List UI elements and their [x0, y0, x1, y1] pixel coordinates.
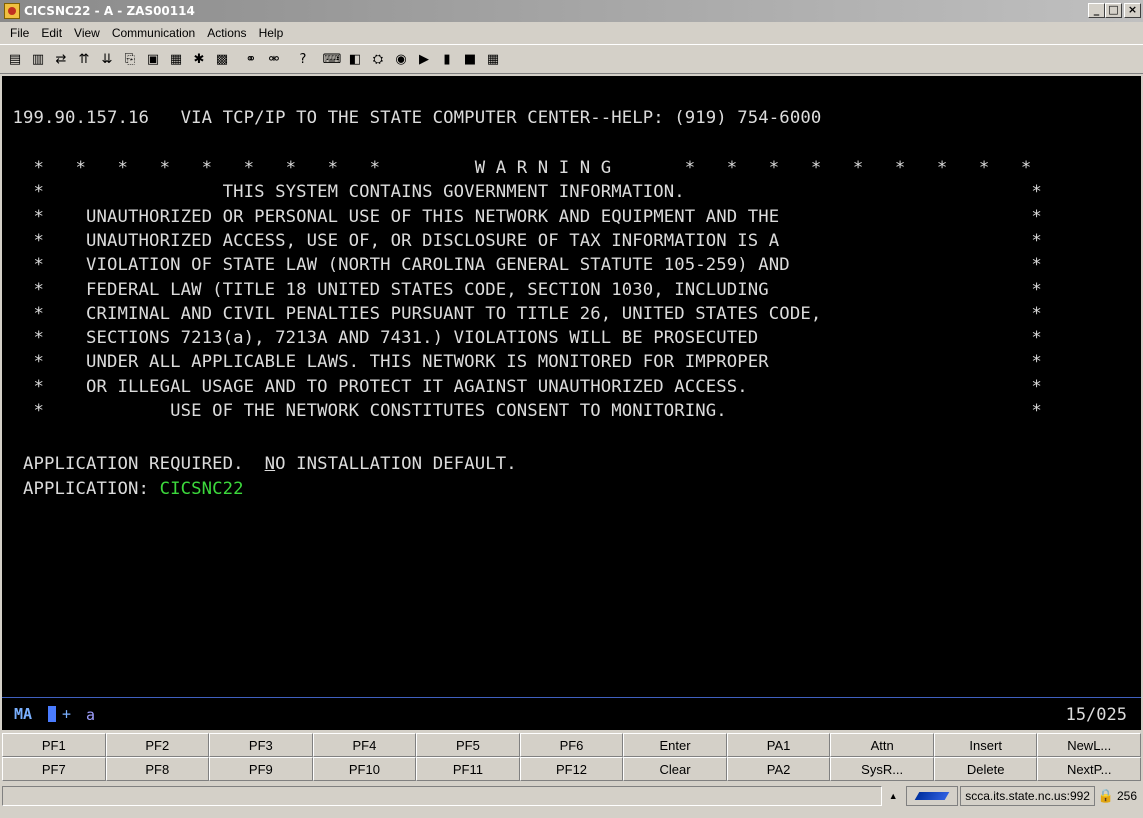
- warning-text-line: * THIS SYSTEM CONTAINS GOVERNMENT INFORM…: [2, 182, 1042, 203]
- key-attn-button[interactable]: Attn: [830, 733, 934, 757]
- application-label: APPLICATION:: [2, 479, 160, 499]
- display-icon[interactable]: ▩: [212, 49, 232, 69]
- key-enter-button[interactable]: Enter: [623, 733, 727, 757]
- host-address: scca.its.state.nc.us:992: [960, 786, 1095, 806]
- terminal-screen[interactable]: 199.90.157.16 VIA TCP/IP TO THE STATE CO…: [2, 76, 1141, 730]
- key-newl-button[interactable]: NewL...: [1037, 733, 1141, 757]
- pause-icon[interactable]: ▮: [437, 49, 457, 69]
- app-required-suffix: O INSTALLATION DEFAULT.: [275, 454, 517, 474]
- oia-plus: +: [62, 705, 72, 723]
- warning-title-line: * * * * * * * * * W A R N I N G * * * * …: [2, 158, 1032, 178]
- key-nextp-button[interactable]: NextP...: [1037, 757, 1141, 781]
- key-pf5-button[interactable]: PF5: [416, 733, 520, 757]
- warning-text-line: * USE OF THE NETWORK CONSTITUTES CONSENT…: [2, 401, 1042, 421]
- key-pa1-button[interactable]: PA1: [726, 733, 831, 757]
- key-pf9-button[interactable]: PF9: [209, 757, 313, 781]
- window-controls: _ □ ×: [1088, 3, 1141, 18]
- color-icon[interactable]: ◧: [345, 49, 365, 69]
- title-bar[interactable]: CICSNC22 - A - ZAS00114 _ □ ×: [0, 0, 1143, 22]
- warning-text-line: * FEDERAL LAW (TITLE 18 UNITED STATES CO…: [2, 279, 1042, 300]
- java-app-icon: [4, 3, 20, 19]
- key-pa2-button[interactable]: PA2: [726, 757, 831, 781]
- app-required-underlined[interactable]: N: [265, 454, 276, 474]
- application-line: APPLICATION: CICSNC22: [2, 477, 244, 501]
- warning-text-line: * CRIMINAL AND CIVIL PENALTIES PURSUANT …: [2, 303, 1042, 324]
- print-screen-icon[interactable]: ▤: [5, 49, 25, 69]
- settings-icon[interactable]: ⛭: [368, 49, 388, 69]
- warning-text-line: * VIOLATION OF STATE LAW (NORTH CAROLINA…: [2, 255, 1042, 276]
- warning-text-line: * UNAUTHORIZED ACCESS, USE OF, OR DISCLO…: [2, 230, 1042, 251]
- encryption-bits: 256: [1116, 789, 1137, 803]
- close-button[interactable]: ×: [1124, 3, 1141, 18]
- menu-help[interactable]: Help: [253, 26, 290, 40]
- warning-text-line: * OR ILLEGAL USAGE AND TO PROTECT IT AGA…: [2, 376, 1042, 397]
- key-pf11-button[interactable]: PF11: [416, 757, 520, 781]
- connection-header: 199.90.157.16 VIA TCP/IP TO THE STATE CO…: [2, 108, 822, 128]
- menu-communication[interactable]: Communication: [106, 26, 201, 40]
- macro-icon[interactable]: ✱: [189, 49, 209, 69]
- key-pf2-button[interactable]: PF2: [105, 733, 210, 757]
- key-pf7-button[interactable]: PF7: [2, 757, 106, 781]
- key-insert-button[interactable]: Insert: [933, 733, 1038, 757]
- operator-info-area: MA + a 15/025: [2, 698, 1141, 730]
- transfer-icon[interactable]: ⇄: [51, 49, 71, 69]
- window-title: CICSNC22 - A - ZAS00114: [24, 4, 195, 18]
- oia-mode: MA: [14, 705, 33, 723]
- print-icon[interactable]: ▥: [28, 49, 48, 69]
- function-key-pad: PF1 PF2 PF3 PF4 PF5 PF6 Enter PA1 Attn Insert NewL…: [2, 733, 1141, 781]
- key-sysr-button[interactable]: SysR...: [830, 757, 934, 781]
- send-icon[interactable]: ⇈: [74, 49, 94, 69]
- edit-icon[interactable]: ▦: [166, 49, 186, 69]
- key-pf6-button[interactable]: PF6: [519, 733, 624, 757]
- warning-text-line: * SECTIONS 7213(a), 7213A AND 7431.) VIO…: [2, 328, 1042, 349]
- help-icon[interactable]: ?: [293, 49, 313, 69]
- play-icon[interactable]: ▶: [414, 49, 434, 69]
- key-pf3-button[interactable]: PF3: [209, 733, 313, 757]
- menu-bar: File Edit View Communication Actions Hel…: [0, 22, 1143, 44]
- disconnect-icon[interactable]: ⚮: [264, 49, 284, 69]
- key-delete-button[interactable]: Delete: [933, 757, 1038, 781]
- receive-icon[interactable]: ⇊: [97, 49, 117, 69]
- copy-icon[interactable]: ⎘: [120, 49, 140, 69]
- status-arrow-icon[interactable]: ▲: [886, 791, 900, 801]
- key-pf1-button[interactable]: PF1: [2, 733, 106, 757]
- maximize-button[interactable]: □: [1105, 3, 1122, 18]
- oia-cursor-block: [48, 706, 56, 722]
- connection-icon: [906, 786, 959, 806]
- application-input[interactable]: CICSNC22: [160, 479, 244, 499]
- key-clear-button[interactable]: Clear: [623, 757, 727, 781]
- paste-icon[interactable]: ▣: [143, 49, 163, 69]
- menu-view[interactable]: View: [68, 26, 106, 40]
- menu-file[interactable]: File: [4, 26, 35, 40]
- key-pf8-button[interactable]: PF8: [105, 757, 210, 781]
- key-pf4-button[interactable]: PF4: [312, 733, 417, 757]
- keyboard-icon[interactable]: ⌨: [322, 49, 342, 69]
- menu-actions[interactable]: Actions: [201, 26, 252, 40]
- warning-text-line: * UNAUTHORIZED OR PERSONAL USE OF THIS N…: [2, 206, 1042, 227]
- key-pf10-button[interactable]: PF10: [312, 757, 417, 781]
- minimize-button[interactable]: _: [1088, 3, 1105, 18]
- cursor-position: 15/025: [1065, 705, 1127, 725]
- toolbar: ▤ ▥ ⇄ ⇈ ⇊ ⎘ ▣ ▦ ✱ ▩ ⚭ ⚮? ⌨ ◧ ⛭ ◉ ▶ ▮ ■ ▦: [0, 44, 1143, 74]
- application-required-line: APPLICATION REQUIRED. NO INSTALLATION DE…: [2, 452, 517, 476]
- lock-icon: 🔒: [1097, 788, 1115, 804]
- status-bar: ▲ scca.its.state.nc.us:992 🔒 256: [2, 784, 1141, 808]
- warning-text-line: * UNDER ALL APPLICABLE LAWS. THIS NETWOR…: [2, 352, 1042, 373]
- menu-edit[interactable]: Edit: [35, 26, 68, 40]
- connect-icon[interactable]: ⚭: [241, 49, 261, 69]
- app-required-prefix: APPLICATION REQUIRED.: [2, 454, 265, 474]
- status-message-area: [2, 786, 883, 806]
- record-icon[interactable]: ◉: [391, 49, 411, 69]
- stop-icon[interactable]: ■: [460, 49, 480, 69]
- grid-icon[interactable]: ▦: [483, 49, 503, 69]
- key-pf12-button[interactable]: PF12: [519, 757, 624, 781]
- oia-indicator: a: [86, 706, 96, 724]
